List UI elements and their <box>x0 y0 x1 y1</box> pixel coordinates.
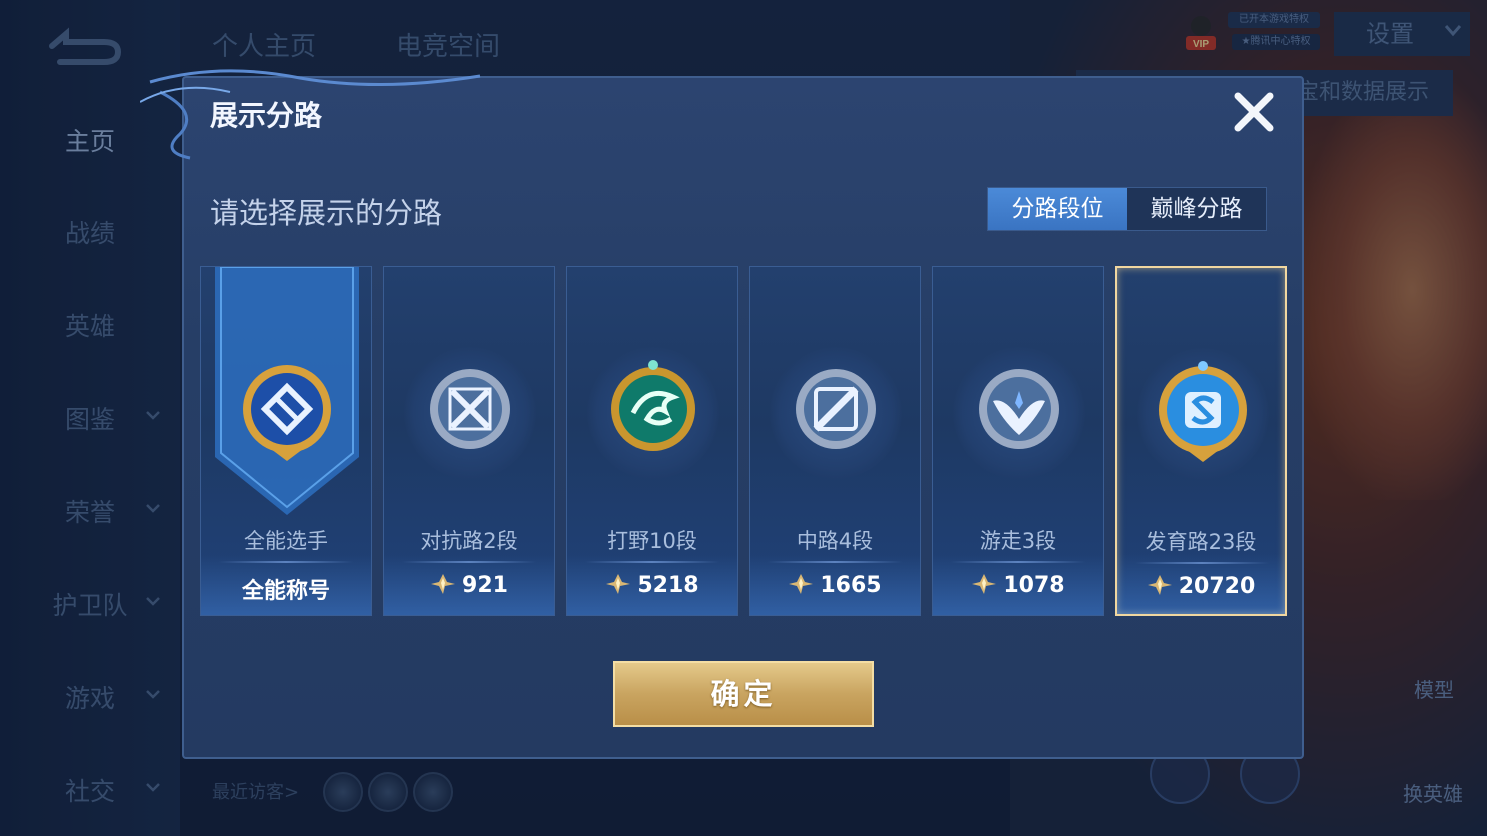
lane-value-text: 921 <box>462 573 508 598</box>
clash-lane-badge-icon <box>430 369 510 449</box>
points-icon <box>1147 575 1172 595</box>
farm-lane-badge-icon <box>1159 361 1247 462</box>
lane-card[interactable]: 打野10段 5218 <box>566 266 738 616</box>
lane-name: 全能选手 <box>244 529 328 553</box>
points-icon <box>972 574 997 594</box>
card-divider <box>951 561 1085 563</box>
card-divider <box>585 561 719 563</box>
confirm-button[interactable]: 确定 <box>613 661 874 727</box>
lane-type-toggle: 分路段位 巅峰分路 <box>987 187 1267 231</box>
card-divider <box>768 561 902 563</box>
lane-card[interactable]: 发育路23段 20720 <box>1115 266 1287 616</box>
lane-value-text: 5218 <box>637 573 699 598</box>
card-divider <box>219 561 353 563</box>
lane-value: 全能称号 <box>201 573 371 605</box>
lane-name: 游走3段 <box>979 529 1057 553</box>
tab-lane-rank[interactable]: 分路段位 <box>988 188 1127 230</box>
points-icon <box>431 574 456 594</box>
lane-value: 921 <box>384 573 554 598</box>
lane-name: 对抗路2段 <box>420 529 518 553</box>
lane-card[interactable]: 全能选手 全能称号 <box>200 266 372 616</box>
roam-badge-icon <box>979 369 1059 449</box>
lane-card[interactable]: 游走3段 1078 <box>932 266 1104 616</box>
card-divider <box>402 561 536 563</box>
points-icon <box>606 574 631 594</box>
lane-value: 1078 <box>933 573 1103 598</box>
tab-peak-lane[interactable]: 巅峰分路 <box>1127 188 1266 230</box>
lane-value: 20720 <box>1117 574 1285 599</box>
lane-name: 打野10段 <box>607 529 697 553</box>
dialog-title: 展示分路 <box>210 99 323 132</box>
lane-value-text: 全能称号 <box>241 579 330 604</box>
lane-value-text: 1665 <box>820 573 882 598</box>
lane-name: 中路4段 <box>796 529 874 553</box>
mid-lane-badge-icon <box>796 369 876 449</box>
lane-card[interactable]: 中路4段 1665 <box>749 266 921 616</box>
jungle-badge-icon <box>611 360 695 451</box>
card-divider <box>1135 562 1269 564</box>
points-icon <box>789 574 814 594</box>
all-round-badge-icon <box>243 365 331 461</box>
lane-value: 5218 <box>567 573 737 598</box>
dialog-subtitle: 请选择展示的分路 <box>210 196 443 230</box>
lane-value-text: 20720 <box>1178 574 1256 599</box>
lane-value: 1665 <box>750 573 920 598</box>
lane-value-text: 1078 <box>1003 573 1065 598</box>
close-icon[interactable] <box>1230 88 1278 136</box>
lane-name: 发育路23段 <box>1145 530 1257 554</box>
lane-card[interactable]: 对抗路2段 921 <box>383 266 555 616</box>
